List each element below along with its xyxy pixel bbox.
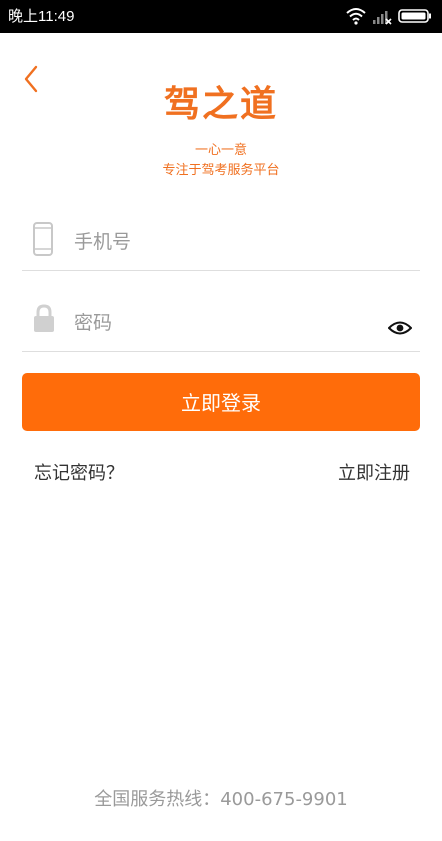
phone-input[interactable] <box>74 228 364 256</box>
signal-icon <box>373 11 392 25</box>
battery-icon <box>398 9 431 23</box>
password-field <box>22 295 420 352</box>
lock-icon <box>34 304 54 332</box>
app-tagline: 专注于驾考服务平台 <box>162 163 280 178</box>
app-logo: 驾之道 <box>163 83 278 125</box>
register-link[interactable]: 立即注册 <box>338 462 410 486</box>
service-hotline: 全国服务热线：400-675-9901 <box>94 789 348 810</box>
app-motto: 一心一意 <box>194 143 247 158</box>
login-button[interactable]: 立即登录 <box>22 373 420 431</box>
phone-icon <box>33 222 53 256</box>
eye-icon[interactable] <box>388 321 412 335</box>
password-input[interactable] <box>74 309 364 337</box>
forgot-password-link[interactable]: 忘记密码？ <box>34 462 124 486</box>
phone-field <box>22 214 420 271</box>
status-icons <box>346 7 436 27</box>
status-bar: 晚上11:49 <box>0 0 442 33</box>
wifi-icon <box>346 8 366 25</box>
status-time: 晚上11:49 <box>8 8 75 25</box>
